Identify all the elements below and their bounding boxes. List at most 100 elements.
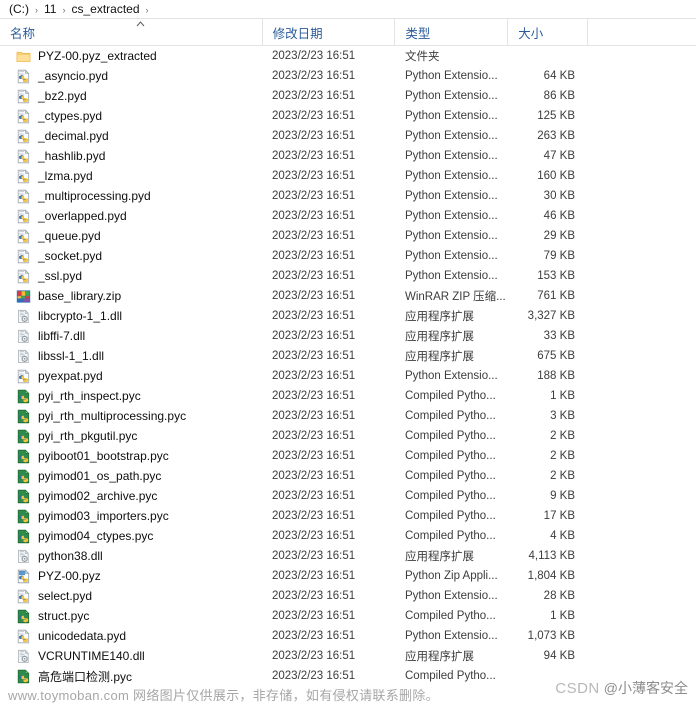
file-row[interactable]: _overlapped.pyd 2023/2/23 16:51 Python Ext… — [0, 206, 696, 226]
file-name-cell[interactable]: python38.dll — [0, 549, 262, 564]
file-type-cell: Python Extensio... — [405, 630, 498, 642]
breadcrumb[interactable]: (C:) › 11 › cs_extracted › — [0, 0, 696, 18]
file-date-cell: 2023/2/23 16:51 — [272, 110, 356, 122]
file-row[interactable]: pyi_rth_multiprocessing.pyc 2023/2/23 16:… — [0, 406, 696, 426]
file-row[interactable]: pyiboot01_bootstrap.pyc 2023/2/23 16:51 Co… — [0, 446, 696, 466]
file-row[interactable]: base_library.zip 2023/2/23 16:51 WinRAR ZI… — [0, 286, 696, 306]
file-row[interactable]: pyexpat.pyd 2023/2/23 16:51 Python Extensi… — [0, 366, 696, 386]
file-name-cell[interactable]: _asyncio.pyd — [0, 68, 262, 84]
file-name-cell[interactable]: unicodedata.pyd — [0, 628, 262, 644]
file-row[interactable]: libcrypto-1_1.dll 2023/2/23 16:51 应用程序扩展 3,… — [0, 306, 696, 326]
file-row[interactable]: pyi_rth_inspect.pyc 2023/2/23 16:51 Compil… — [0, 386, 696, 406]
file-row[interactable]: _multiprocessing.pyd 2023/2/23 16:51 Pytho… — [0, 186, 696, 206]
file-row[interactable]: _bz2.pyd 2023/2/23 16:51 Python Extensio..… — [0, 86, 696, 106]
file-name-cell[interactable]: struct.pyc — [0, 608, 262, 624]
file-type-cell: Python Extensio... — [405, 590, 498, 602]
file-date-cell: 2023/2/23 16:51 — [272, 390, 356, 402]
file-type-cell: Python Zip Appli... — [405, 570, 498, 582]
file-list[interactable]: PYZ-00.pyz_extracted 2023/2/23 16:51 文件夹 _a… — [0, 46, 696, 686]
file-row[interactable]: PYZ-00.pyz 2023/2/23 16:51 Python Zip Appl… — [0, 566, 696, 586]
file-name-cell[interactable]: PYZ-00.pyz_extracted — [0, 49, 262, 64]
file-row[interactable]: pyimod04_ctypes.pyc 2023/2/23 16:51 Compil… — [0, 526, 696, 546]
column-header-size[interactable]: 大小 — [507, 19, 587, 45]
file-name-cell[interactable]: base_library.zip — [0, 289, 262, 304]
file-size-cell: 30 KB — [543, 190, 575, 202]
file-name-cell[interactable]: libffi-7.dll — [0, 329, 262, 344]
file-name-label: pyi_rth_pkgutil.pyc — [38, 429, 138, 443]
file-row[interactable]: pyimod01_os_path.pyc 2023/2/23 16:51 Compi… — [0, 466, 696, 486]
file-row[interactable]: VCRUNTIME140.dll 2023/2/23 16:51 应用程序扩展 94 … — [0, 646, 696, 666]
file-row[interactable]: _ctypes.pyd 2023/2/23 16:51 Python Extensi… — [0, 106, 696, 126]
file-row[interactable]: libffi-7.dll 2023/2/23 16:51 应用程序扩展 33 KB — [0, 326, 696, 346]
column-header-date[interactable]: 修改日期 — [261, 19, 395, 45]
file-size-cell: 79 KB — [543, 250, 575, 262]
file-date-cell: 2023/2/23 16:51 — [272, 270, 356, 282]
file-name-cell[interactable]: _decimal.pyd — [0, 128, 262, 144]
file-row[interactable]: PYZ-00.pyz_extracted 2023/2/23 16:51 文件夹 — [0, 46, 696, 66]
file-name-label: pyimod03_importers.pyc — [38, 509, 169, 523]
file-name-cell[interactable]: pyi_rth_pkgutil.pyc — [0, 428, 262, 444]
breadcrumb-chevron-icon[interactable]: › — [32, 5, 41, 15]
file-row[interactable]: python38.dll 2023/2/23 16:51 应用程序扩展 4,113 K… — [0, 546, 696, 566]
pyd-icon — [16, 588, 31, 604]
file-row[interactable]: pyimod02_archive.pyc 2023/2/23 16:51 Compi… — [0, 486, 696, 506]
file-name-cell[interactable]: _queue.pyd — [0, 228, 262, 244]
column-header-name[interactable]: 名称 — [0, 19, 262, 45]
file-row[interactable]: select.pyd 2023/2/23 16:51 Python Extensio… — [0, 586, 696, 606]
file-name-cell[interactable]: libssl-1_1.dll — [0, 349, 262, 364]
file-name-cell[interactable]: _hashlib.pyd — [0, 148, 262, 164]
file-name-cell[interactable]: _lzma.pyd — [0, 168, 262, 184]
breadcrumb-item-2[interactable]: cs_extracted — [68, 1, 142, 17]
file-date-cell: 2023/2/23 16:51 — [272, 70, 356, 82]
file-name-cell[interactable]: _socket.pyd — [0, 248, 262, 264]
file-row[interactable]: pyimod03_importers.pyc 2023/2/23 16:51 Com… — [0, 506, 696, 526]
file-name-cell[interactable]: select.pyd — [0, 588, 262, 604]
file-name-cell[interactable]: pyimod04_ctypes.pyc — [0, 528, 262, 544]
file-name-cell[interactable]: _bz2.pyd — [0, 88, 262, 104]
file-name-cell[interactable]: pyexpat.pyd — [0, 368, 262, 384]
file-row[interactable]: _hashlib.pyd 2023/2/23 16:51 Python Extens… — [0, 146, 696, 166]
file-name-label: pyi_rth_multiprocessing.pyc — [38, 409, 187, 423]
file-date-cell: 2023/2/23 16:51 — [272, 370, 356, 382]
file-row[interactable]: _queue.pyd 2023/2/23 16:51 Python Extensio… — [0, 226, 696, 246]
file-row[interactable]: _lzma.pyd 2023/2/23 16:51 Python Extensio.… — [0, 166, 696, 186]
breadcrumb-item-0[interactable]: (C:) — [6, 1, 32, 17]
file-date-cell: 2023/2/23 16:51 — [272, 50, 356, 62]
file-row[interactable]: _socket.pyd 2023/2/23 16:51 Python Extensi… — [0, 246, 696, 266]
file-row[interactable]: _ssl.pyd 2023/2/23 16:51 Python Extensio..… — [0, 266, 696, 286]
file-name-cell[interactable]: _multiprocessing.pyd — [0, 188, 262, 204]
column-header-type[interactable]: 类型 — [394, 19, 507, 45]
file-name-cell[interactable]: pyiboot01_bootstrap.pyc — [0, 448, 262, 464]
column-header-row: 名称 修改日期 类型 大小 — [0, 19, 696, 46]
file-name-cell[interactable]: _overlapped.pyd — [0, 208, 262, 224]
dll-icon — [16, 349, 31, 364]
file-row[interactable]: pyi_rth_pkgutil.pyc 2023/2/23 16:51 Compil… — [0, 426, 696, 446]
breadcrumb-item-1[interactable]: 11 — [41, 1, 59, 17]
file-name-cell[interactable]: _ssl.pyd — [0, 268, 262, 284]
file-row[interactable]: libssl-1_1.dll 2023/2/23 16:51 应用程序扩展 675 K… — [0, 346, 696, 366]
file-name-cell[interactable]: pyi_rth_inspect.pyc — [0, 388, 262, 404]
file-name-cell[interactable]: pyimod03_importers.pyc — [0, 508, 262, 524]
file-name-cell[interactable]: libcrypto-1_1.dll — [0, 309, 262, 324]
file-type-cell: Python Extensio... — [405, 250, 498, 262]
file-name-cell[interactable]: _ctypes.pyd — [0, 108, 262, 124]
breadcrumb-chevron-icon[interactable]: › — [143, 5, 152, 15]
file-name-cell[interactable]: 高危端口检测.pyc — [0, 668, 262, 685]
file-name-cell[interactable]: pyi_rth_multiprocessing.pyc — [0, 408, 262, 424]
pyz-icon — [16, 568, 31, 584]
file-row[interactable]: _decimal.pyd 2023/2/23 16:51 Python Extens… — [0, 126, 696, 146]
file-name-label: _lzma.pyd — [38, 169, 93, 183]
file-name-cell[interactable]: VCRUNTIME140.dll — [0, 649, 262, 664]
file-name-label: libcrypto-1_1.dll — [38, 309, 123, 323]
file-name-cell[interactable]: pyimod01_os_path.pyc — [0, 468, 262, 484]
pyc-icon — [16, 408, 31, 424]
file-size-cell: 675 KB — [537, 350, 575, 362]
breadcrumb-chevron-icon[interactable]: › — [59, 5, 68, 15]
file-row[interactable]: 高危端口检测.pyc 2023/2/23 16:51 Compiled Pytho.… — [0, 666, 696, 686]
file-name-cell[interactable]: PYZ-00.pyz — [0, 568, 262, 584]
file-row[interactable]: struct.pyc 2023/2/23 16:51 Compiled Pytho.… — [0, 606, 696, 626]
file-row[interactable]: _asyncio.pyd 2023/2/23 16:51 Python Extens… — [0, 66, 696, 86]
pyc-icon — [16, 468, 31, 484]
file-name-cell[interactable]: pyimod02_archive.pyc — [0, 488, 262, 504]
file-row[interactable]: unicodedata.pyd 2023/2/23 16:51 Python Ext… — [0, 626, 696, 646]
